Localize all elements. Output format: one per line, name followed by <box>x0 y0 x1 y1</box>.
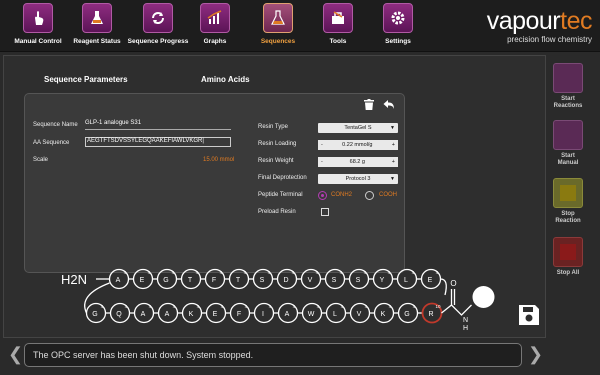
save-icon[interactable] <box>519 305 539 325</box>
start-manual-label: Start Manual <box>557 153 579 166</box>
stop-reaction-button[interactable]: Stop Reaction <box>552 178 584 225</box>
amino-acid-letter: A <box>165 311 170 318</box>
amino-acid-letter: Q <box>116 311 122 318</box>
amino-acid-letter: G <box>92 311 97 318</box>
stop-reaction-label: Stop Reaction <box>555 211 581 224</box>
flask-icon <box>553 63 583 93</box>
top-navigation-bar: Manual Control Reagent Status Sequence P… <box>0 0 600 52</box>
nav-manual-control[interactable]: Manual Control <box>14 3 62 52</box>
stop-icon <box>553 178 583 208</box>
chevron-right-icon[interactable]: ❯ <box>528 344 543 365</box>
status-message: The OPC server has been shut down. Syste… <box>24 343 522 367</box>
bar-chart-icon <box>200 3 230 33</box>
amino-acid-letter: S <box>260 277 265 284</box>
logo-word-a: vapour <box>486 7 561 35</box>
gear-icon <box>383 3 413 33</box>
amino-acid-letter: F <box>212 277 216 284</box>
amino-acid-letter: Y <box>380 277 385 284</box>
amino-acid-letter: L <box>333 311 337 318</box>
resin-bead <box>472 286 495 308</box>
start-manual-button[interactable]: Start Manual <box>552 120 584 167</box>
amino-acid-letter: G <box>404 311 409 318</box>
start-reactions-button[interactable]: Start Reactions <box>552 63 584 110</box>
amino-acid-letter: L <box>404 277 408 284</box>
logo-word-b: tec <box>560 7 592 35</box>
refresh-icon <box>143 3 173 33</box>
amino-acid-letter: K <box>189 311 194 318</box>
amino-acid-letter: D <box>283 277 288 284</box>
amino-acid-letter: R <box>428 311 433 318</box>
nav-settings[interactable]: Settings <box>380 3 416 52</box>
amino-acid-letter: T <box>188 277 193 284</box>
vapourtec-logo: vapourtec precision flow chemistry <box>486 7 593 44</box>
amino-acid-letter: E <box>213 311 218 318</box>
amino-acid-letter: V <box>308 277 313 284</box>
start-reactions-label: Start Reactions <box>553 96 583 109</box>
stop-all-button[interactable]: Stop All <box>552 237 584 277</box>
nav-label: Tools <box>329 38 347 45</box>
amino-acid-letter: E <box>428 277 433 284</box>
nav-label: Sequences <box>260 38 296 45</box>
nav-graphs[interactable]: Graphs <box>200 3 230 52</box>
nav-label: Settings <box>385 38 411 45</box>
amino-acid-letter: A <box>141 311 146 318</box>
amide-bond <box>441 304 472 316</box>
hand-touch-icon <box>553 120 583 150</box>
bond-line <box>84 282 110 314</box>
amino-acid-letter: A <box>116 277 121 284</box>
bond-line <box>440 278 447 296</box>
chevron-left-icon[interactable]: ❮ <box>8 344 23 365</box>
hydrogen-label: H <box>463 325 468 332</box>
hand-touch-icon <box>23 3 53 33</box>
amino-acid-letter: W <box>308 311 315 318</box>
sequence-editor-panel: Sequence Parameters Amino Acids Sequence… <box>3 55 546 338</box>
amino-acid-letter: I <box>262 311 264 318</box>
nav-reagent-status[interactable]: Reagent Status <box>73 3 121 52</box>
amino-acid-letter: F <box>237 311 241 318</box>
h2n-label: H2N <box>61 272 87 287</box>
amino-acid-letter: S <box>356 277 361 284</box>
stop-icon <box>553 237 583 267</box>
oxygen-label: O <box>450 279 456 288</box>
amino-acid-letter: T <box>236 277 241 284</box>
nitrogen-label: N <box>463 317 468 324</box>
nav-sequences[interactable]: Sequences <box>258 3 298 52</box>
nav-label: Graphs <box>203 38 227 45</box>
logo-tagline: precision flow chemistry <box>507 35 592 44</box>
nav-label: Reagent Status <box>73 38 121 45</box>
amino-acid-letter: A <box>285 311 290 318</box>
amino-acid-letter: E <box>140 277 145 284</box>
stop-all-label: Stop All <box>556 270 580 276</box>
amino-acid-letter: V <box>357 311 362 318</box>
nav-label: Sequence Progress <box>127 38 189 45</box>
toolbox-icon <box>323 3 353 33</box>
nav-sequence-progress[interactable]: Sequence Progress <box>128 3 188 52</box>
peptide-chain-diagram: H2N A4E4G4T4F4T4S4D4V4S4S4Y4L4E4G4Q4A4A4K… <box>61 268 539 332</box>
flask-icon <box>82 3 112 33</box>
amino-acid-letter: G <box>163 277 168 284</box>
cycle-badge: 10 <box>435 304 441 309</box>
flask-chemistry-icon <box>263 3 293 33</box>
amino-acid-letter: S <box>332 277 337 284</box>
nav-tools[interactable]: Tools <box>323 3 353 52</box>
nav-label: Manual Control <box>14 38 62 45</box>
amino-acid-letter: K <box>381 311 386 318</box>
